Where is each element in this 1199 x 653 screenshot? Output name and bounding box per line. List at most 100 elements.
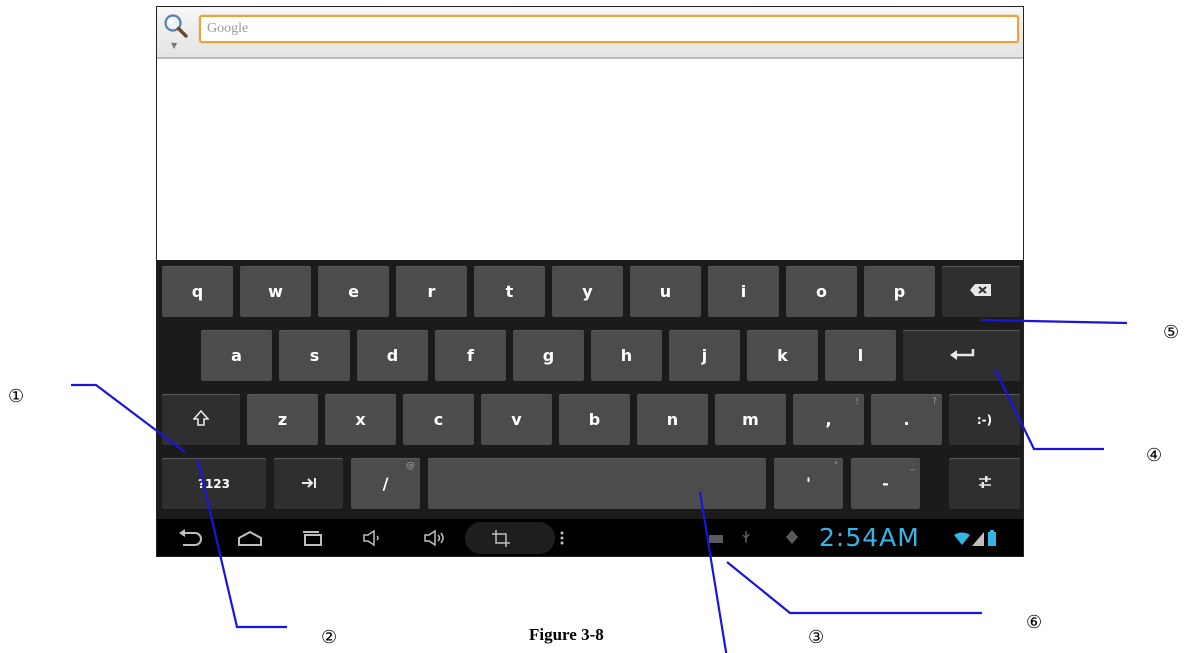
search-bar: ▼ xyxy=(157,7,1023,59)
backspace-key[interactable] xyxy=(942,266,1020,317)
callout-line-6 xyxy=(726,561,982,615)
key-label: g xyxy=(542,346,555,365)
key-l[interactable]: l xyxy=(825,330,896,381)
key-r[interactable]: r xyxy=(396,266,467,317)
key-label: a xyxy=(231,346,242,365)
key-j[interactable]: j xyxy=(669,330,740,381)
key-label: s xyxy=(309,346,320,365)
tab-key[interactable] xyxy=(274,458,343,509)
key-label: b xyxy=(588,410,601,429)
key-q[interactable]: q xyxy=(162,266,233,317)
enter-key[interactable] xyxy=(903,330,1020,381)
key-label: f xyxy=(467,346,474,365)
key-k[interactable]: k xyxy=(747,330,818,381)
key-g[interactable]: g xyxy=(513,330,584,381)
shift-key[interactable] xyxy=(162,394,240,445)
key-dash[interactable]: - _ xyxy=(851,458,920,509)
tablet-screen: ▼ q w e r t y u i o p a s d f g h j k l xyxy=(156,6,1024,557)
key-slash[interactable]: / @ xyxy=(351,458,420,509)
search-source-dropdown-icon[interactable]: ▼ xyxy=(171,41,177,51)
key-label: . xyxy=(903,410,910,429)
key-label: i xyxy=(740,282,747,301)
callout-3: ③ xyxy=(808,627,825,648)
key-label: d xyxy=(386,346,399,365)
smiley-key[interactable]: :-) xyxy=(949,394,1020,445)
key-label: u xyxy=(659,282,672,301)
key-label: y xyxy=(582,282,593,301)
key-hint: @ xyxy=(406,461,415,471)
debug-icon xyxy=(785,529,799,549)
key-x[interactable]: x xyxy=(325,394,396,445)
battery-icon xyxy=(988,530,996,550)
backspace-icon xyxy=(969,282,993,301)
key-e[interactable]: e xyxy=(318,266,389,317)
settings-key[interactable] xyxy=(949,458,1020,509)
key-c[interactable]: c xyxy=(403,394,474,445)
volume-up-icon[interactable] xyxy=(423,529,447,549)
on-screen-keyboard: q w e r t y u i o p a s d f g h j k l z … xyxy=(157,260,1023,519)
settings-sliders-icon xyxy=(978,474,992,493)
key-label: z xyxy=(277,410,288,429)
callout-5: ⑤ xyxy=(1163,322,1180,343)
tab-icon xyxy=(301,474,317,493)
key-period[interactable]: . ? xyxy=(871,394,942,445)
key-apostrophe[interactable]: ' " xyxy=(774,458,843,509)
volume-down-icon[interactable] xyxy=(362,529,382,549)
key-i[interactable]: i xyxy=(708,266,779,317)
key-m[interactable]: m xyxy=(715,394,786,445)
key-f[interactable]: f xyxy=(435,330,506,381)
enter-icon xyxy=(949,346,975,365)
key-label: e xyxy=(348,282,359,301)
key-label: t xyxy=(505,282,514,301)
system-navigation-bar: 2:54AM xyxy=(157,519,1023,556)
menu-overflow-icon[interactable] xyxy=(559,529,565,549)
search-input[interactable] xyxy=(199,15,1019,43)
key-z[interactable]: z xyxy=(247,394,318,445)
content-area xyxy=(157,59,1023,259)
recent-apps-icon[interactable] xyxy=(301,529,323,549)
keyboard-status-icon xyxy=(708,529,724,549)
key-label: , xyxy=(825,410,832,429)
key-o[interactable]: o xyxy=(786,266,857,317)
space-bar[interactable] xyxy=(428,458,766,509)
key-v[interactable]: v xyxy=(481,394,552,445)
home-icon[interactable] xyxy=(237,529,263,549)
signal-icon xyxy=(972,531,984,551)
key-w[interactable]: w xyxy=(240,266,311,317)
key-label: h xyxy=(620,346,633,365)
key-label: / xyxy=(382,474,389,493)
key-label: n xyxy=(666,410,679,429)
key-t[interactable]: t xyxy=(474,266,545,317)
key-b[interactable]: b xyxy=(559,394,630,445)
key-label: - xyxy=(882,474,889,493)
key-n[interactable]: n xyxy=(637,394,708,445)
key-label: q xyxy=(191,282,204,301)
key-label: v xyxy=(511,410,522,429)
key-label: :-) xyxy=(976,412,993,427)
shift-icon xyxy=(192,409,210,430)
key-comma[interactable]: , ! xyxy=(793,394,864,445)
key-label: w xyxy=(268,282,283,301)
key-label: j xyxy=(701,346,708,365)
key-p[interactable]: p xyxy=(864,266,935,317)
key-h[interactable]: h xyxy=(591,330,662,381)
key-d[interactable]: d xyxy=(357,330,428,381)
callout-4: ④ xyxy=(1146,445,1163,466)
key-y[interactable]: y xyxy=(552,266,623,317)
key-label: k xyxy=(777,346,788,365)
key-label: r xyxy=(427,282,436,301)
key-s[interactable]: s xyxy=(279,330,350,381)
key-a[interactable]: a xyxy=(201,330,272,381)
key-label: o xyxy=(816,282,827,301)
key-hint: " xyxy=(833,461,838,471)
search-icon[interactable] xyxy=(163,13,189,39)
symbols-key[interactable]: ?123 xyxy=(162,458,266,509)
callout-6: ⑥ xyxy=(1026,612,1043,633)
callout-1: ① xyxy=(8,386,25,407)
wifi-icon xyxy=(954,531,970,551)
key-u[interactable]: u xyxy=(630,266,701,317)
key-label: c xyxy=(433,410,444,429)
back-icon[interactable] xyxy=(177,529,203,549)
screenshot-crop-icon[interactable] xyxy=(490,529,512,549)
key-label: p xyxy=(893,282,906,301)
